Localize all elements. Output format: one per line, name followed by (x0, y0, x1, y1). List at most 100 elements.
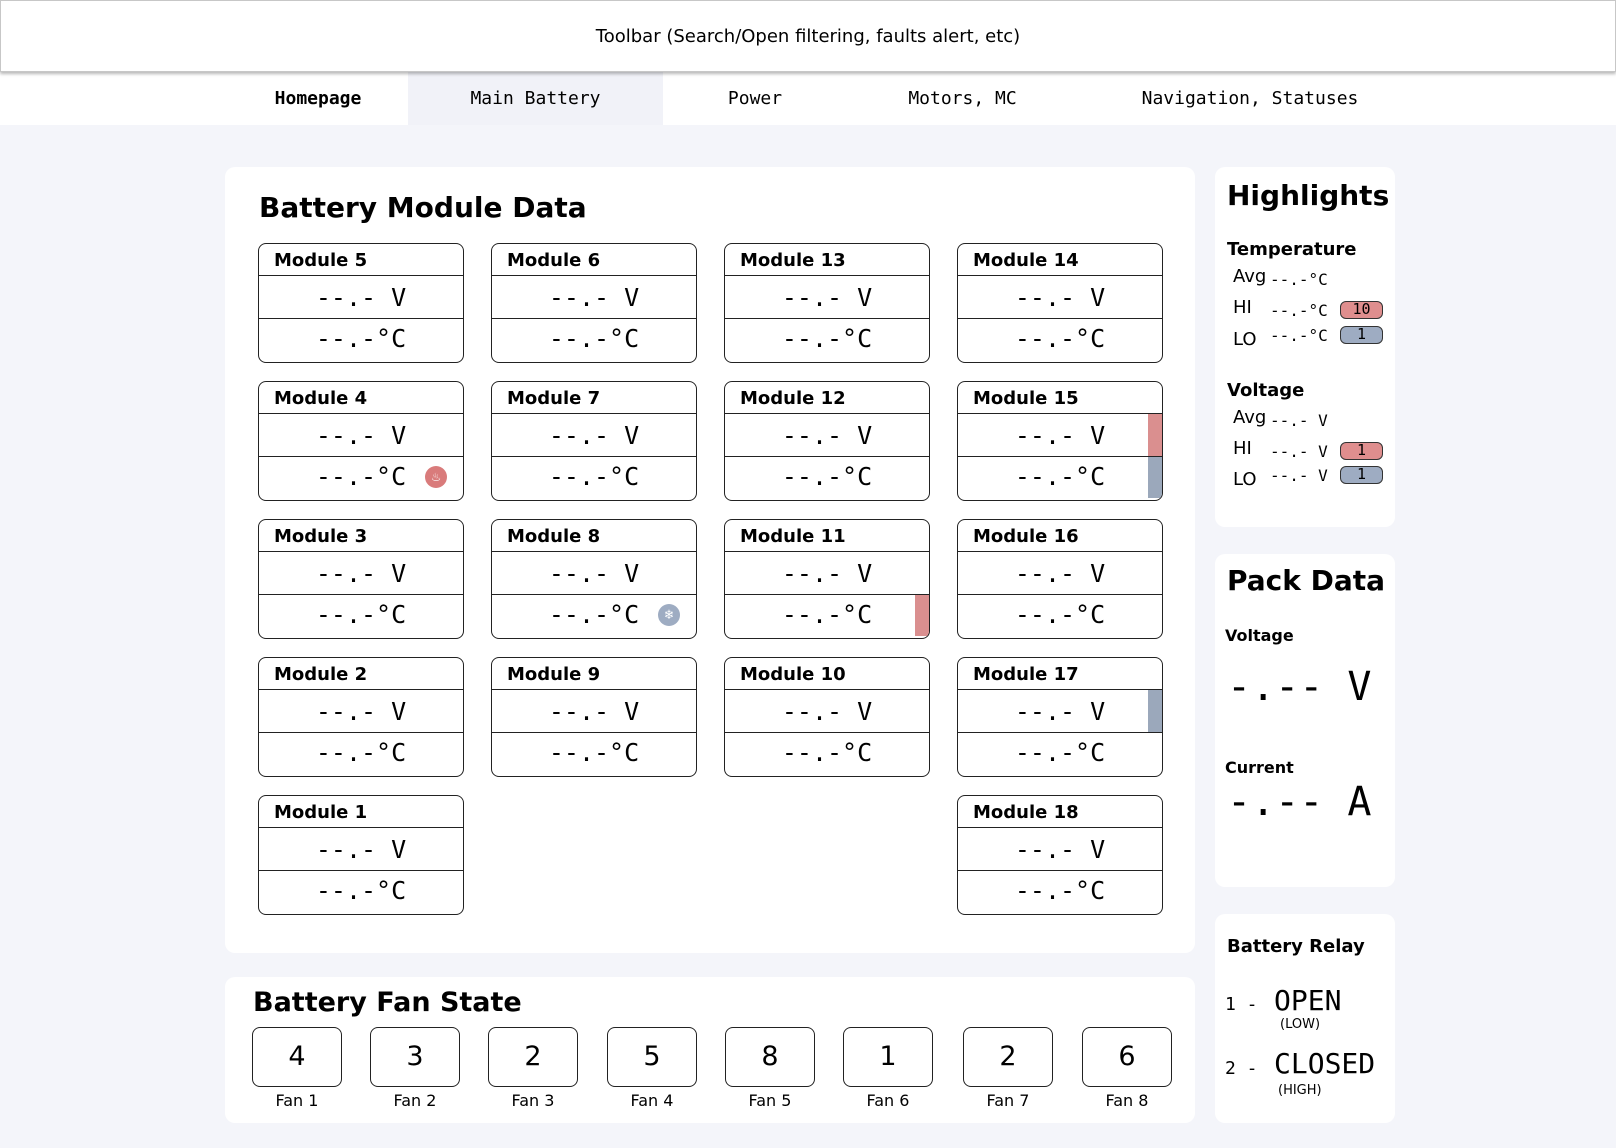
temp-hi-value: --.-°C (1270, 301, 1328, 320)
module-name: Module 10 (725, 658, 929, 690)
relay-2-state[interactable]: CLOSED (1274, 1047, 1375, 1080)
temp-lo-label: LO (1233, 329, 1257, 350)
tab-power[interactable]: Power (675, 72, 835, 125)
temp-low-indicator (1148, 457, 1162, 498)
temp-hi-label: HI (1233, 297, 1252, 318)
temp-hi-module-badge[interactable]: 10 (1340, 301, 1383, 319)
module-temp: --.-°C (315, 462, 407, 491)
module-card[interactable]: Module 17 --.- V --.-°C (957, 657, 1163, 777)
tab-main-battery[interactable]: Main Battery (408, 72, 663, 125)
module-card[interactable]: Module 12 --.- V --.-°C (724, 381, 930, 501)
module-card[interactable]: Module 7 --.- V --.-°C (491, 381, 697, 501)
module-voltage-row: --.- V (259, 552, 463, 595)
module-temp-row: --.-°C (958, 733, 1162, 774)
volt-lo-module-badge[interactable]: 1 (1340, 466, 1383, 484)
module-name: Module 5 (259, 244, 463, 276)
module-temp: --.-°C (548, 738, 640, 767)
module-name: Module 1 (259, 796, 463, 828)
module-voltage: --.- V (548, 697, 640, 726)
module-voltage: --.- V (1014, 697, 1106, 726)
relay-1-index: 1 - (1225, 994, 1258, 1015)
module-voltage: --.- V (315, 697, 407, 726)
module-voltage-row: --.- V (958, 276, 1162, 319)
temp-lo-module-badge[interactable]: 1 (1340, 326, 1383, 344)
fan-state-box[interactable]: 3 (370, 1027, 460, 1087)
module-temp-row: --.-°C (725, 733, 929, 774)
fan-state-box[interactable]: 2 (488, 1027, 578, 1087)
module-voltage: --.- V (315, 283, 407, 312)
module-temp: --.-°C (548, 462, 640, 491)
fan-label: Fan 6 (866, 1091, 910, 1110)
module-temp-row: --.-°C (725, 595, 929, 636)
tab-motors-mc[interactable]: Motors, MC (880, 72, 1045, 125)
temp-high-indicator (915, 595, 929, 636)
module-temp-row: --.-°C (259, 595, 463, 636)
fan-state-box[interactable]: 6 (1082, 1027, 1172, 1087)
module-card[interactable]: Module 14 --.- V --.-°C (957, 243, 1163, 363)
module-temp: --.-°C (315, 600, 407, 629)
fan-label: Fan 8 (1105, 1091, 1149, 1110)
module-card[interactable]: Module 9 --.- V --.-°C (491, 657, 697, 777)
module-temp-row: --.-°C (725, 319, 929, 360)
fan-state-box[interactable]: 5 (607, 1027, 697, 1087)
module-temp-row: --.-°C ❄ (492, 595, 696, 636)
module-card[interactable]: Module 3 --.- V --.-°C (258, 519, 464, 639)
module-temp: --.-°C (548, 600, 640, 629)
module-card[interactable]: Module 18 --.- V --.-°C (957, 795, 1163, 915)
module-voltage-row: --.- V (958, 414, 1162, 457)
module-card[interactable]: Module 4 --.- V --.-°C ♨ (258, 381, 464, 501)
module-temp: --.-°C (548, 324, 640, 353)
module-temp: --.-°C (1014, 600, 1106, 629)
module-name: Module 18 (958, 796, 1162, 828)
module-voltage: --.- V (1014, 835, 1106, 864)
module-temp: --.-°C (781, 462, 873, 491)
panel-title: Pack Data (1227, 564, 1386, 597)
fan-state-box[interactable]: 2 (963, 1027, 1053, 1087)
module-temp: --.-°C (315, 324, 407, 353)
pack-current-value: -.-- A (1227, 779, 1372, 825)
module-card[interactable]: Module 1 --.- V --.-°C (258, 795, 464, 915)
module-card[interactable]: Module 8 --.- V --.-°C ❄ (491, 519, 697, 639)
module-temp: --.-°C (1014, 462, 1106, 491)
module-name: Module 13 (725, 244, 929, 276)
voltage-heading: Voltage (1227, 380, 1305, 401)
module-temp-row: --.-°C (492, 319, 696, 360)
module-temp-row: --.-°C (492, 457, 696, 498)
module-temp: --.-°C (315, 738, 407, 767)
fan-state-box[interactable]: 4 (252, 1027, 342, 1087)
module-voltage-row: --.- V (958, 828, 1162, 871)
module-card[interactable]: Module 5 --.- V --.-°C (258, 243, 464, 363)
tab-homepage[interactable]: Homepage (233, 72, 403, 125)
temperature-heading: Temperature (1227, 239, 1357, 260)
relay-title: Battery Relay (1227, 936, 1365, 957)
module-temp: --.-°C (315, 876, 407, 905)
relay-1-level: (LOW) (1280, 1017, 1321, 1032)
volt-hi-module-badge[interactable]: 1 (1340, 442, 1383, 460)
battery-module-panel: Battery Module Data Module 5 --.- V --.-°C… (225, 167, 1195, 953)
relay-1-state[interactable]: OPEN (1274, 984, 1341, 1017)
module-card[interactable]: Module 11 --.- V --.-°C (724, 519, 930, 639)
module-temp: --.-°C (781, 324, 873, 353)
module-card[interactable]: Module 15 --.- V --.-°C (957, 381, 1163, 501)
module-voltage-row: --.- V (725, 276, 929, 319)
module-name: Module 3 (259, 520, 463, 552)
module-voltage: --.- V (1014, 559, 1106, 588)
tab-navigation-statuses[interactable]: Navigation, Statuses (1130, 72, 1370, 125)
module-name: Module 7 (492, 382, 696, 414)
battery-fan-panel: Battery Fan State 4 Fan 1 3 Fan 2 2 Fan 3 5 Fan… (225, 977, 1195, 1123)
module-card[interactable]: Module 16 --.- V --.-°C (957, 519, 1163, 639)
module-name: Module 11 (725, 520, 929, 552)
module-card[interactable]: Module 2 --.- V --.-°C (258, 657, 464, 777)
volt-hi-value: --.- V (1270, 442, 1328, 461)
module-card[interactable]: Module 13 --.- V --.-°C (724, 243, 930, 363)
toolbar[interactable]: Toolbar (Search/Open filtering, faults a… (0, 0, 1616, 72)
module-voltage: --.- V (548, 421, 640, 450)
module-card[interactable]: Module 10 --.- V --.-°C (724, 657, 930, 777)
module-card[interactable]: Module 6 --.- V --.-°C (491, 243, 697, 363)
fan-label: Fan 2 (393, 1091, 437, 1110)
fan-state-box[interactable]: 1 (843, 1027, 933, 1087)
fan-state-box[interactable]: 8 (725, 1027, 815, 1087)
flame-icon: ♨ (425, 466, 447, 488)
temp-avg-label: Avg (1233, 266, 1267, 287)
pack-voltage-value: -.-- V (1227, 664, 1372, 710)
